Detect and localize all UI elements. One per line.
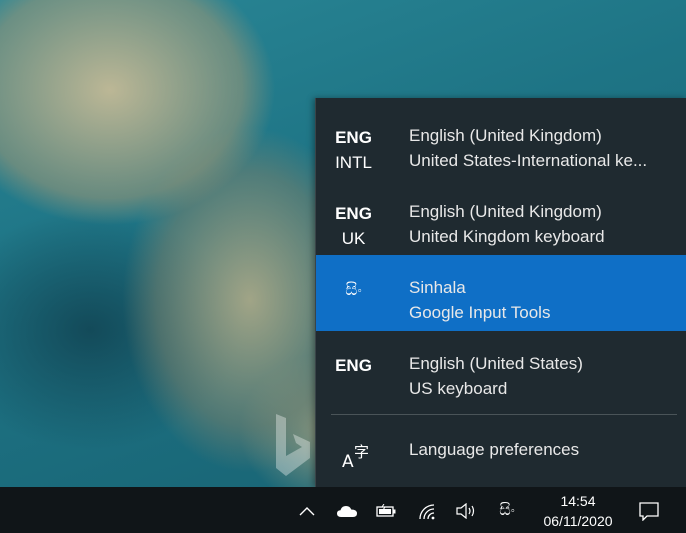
svg-text:A: A — [342, 452, 354, 472]
keyboard-name: United Kingdom keyboard — [409, 227, 605, 246]
language-preferences-link[interactable]: A 字 Language preferences — [316, 428, 686, 480]
language-abbr-bottom: UK — [341, 229, 366, 248]
language-settings-icon: A 字 — [342, 443, 369, 472]
flyout-divider — [331, 414, 677, 415]
input-language-flyout: ENG INTL English (United Kingdom) United… — [315, 98, 686, 487]
language-name: English (United Kingdom) — [409, 202, 602, 221]
input-indicator-icon[interactable]: සිං — [494, 498, 520, 524]
clock-time: 14:54 — [560, 493, 596, 509]
chevron-up-icon[interactable] — [294, 498, 320, 524]
wifi-icon[interactable] — [414, 498, 440, 524]
language-abbr-top: ENG — [335, 356, 372, 375]
onedrive-cloud-icon[interactable] — [334, 498, 360, 524]
language-item-eng-uk[interactable]: ENG UK English (United Kingdom) United K… — [316, 179, 686, 255]
language-item-sinhala[interactable]: සිං Sinhala Google Input Tools — [316, 255, 686, 331]
battery-icon[interactable] — [373, 498, 399, 524]
language-abbr-top: සිං — [345, 280, 362, 299]
language-name: English (United Kingdom) — [409, 126, 602, 145]
language-name: English (United States) — [409, 354, 583, 373]
language-abbr-top: ENG — [335, 204, 372, 223]
keyboard-name: Google Input Tools — [409, 303, 551, 322]
clock-date: 06/11/2020 — [543, 513, 613, 529]
action-center-icon[interactable] — [636, 498, 662, 524]
language-item-eng-us[interactable]: ENG English (United States) US keyboard — [316, 331, 686, 407]
keyboard-name: US keyboard — [409, 379, 508, 398]
volume-icon[interactable] — [453, 498, 479, 524]
language-name: Sinhala — [409, 278, 466, 297]
taskbar: සිං 14:54 06/11/2020 — [0, 487, 686, 533]
svg-text:字: 字 — [354, 443, 369, 461]
bing-logo-icon — [276, 414, 310, 476]
language-item-eng-intl[interactable]: ENG INTL English (United Kingdom) United… — [316, 103, 686, 179]
taskbar-clock[interactable]: 14:54 06/11/2020 — [530, 491, 626, 531]
language-abbr-bottom: INTL — [335, 153, 372, 172]
language-abbr-top: ENG — [335, 128, 372, 147]
language-preferences-label: Language preferences — [409, 440, 580, 459]
keyboard-name: United States-International ke... — [409, 151, 648, 170]
